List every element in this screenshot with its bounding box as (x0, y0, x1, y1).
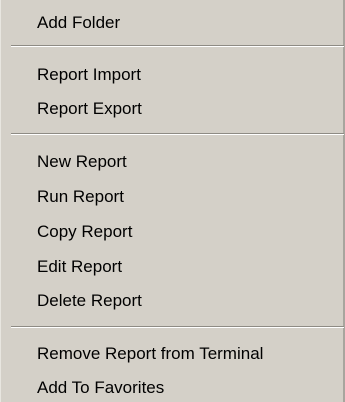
menu-item-report-export[interactable]: Report Export (37, 95, 142, 123)
menu-item-copy-report[interactable]: Copy Report (37, 218, 132, 246)
menu-separator (11, 133, 344, 135)
menu-item-remove-report-from-terminal[interactable]: Remove Report from Terminal (37, 340, 263, 368)
menu-item-add-folder[interactable]: Add Folder (37, 9, 120, 37)
menu-item-run-report[interactable]: Run Report (37, 183, 124, 211)
menu-item-new-report[interactable]: New Report (37, 148, 127, 176)
menu-separator (11, 45, 344, 47)
menu-item-report-import[interactable]: Report Import (37, 61, 141, 89)
menu-item-add-to-favorites[interactable]: Add To Favorites (37, 374, 164, 402)
menu-separator (11, 326, 344, 328)
context-menu: Add Folder Report Import Report Export N… (0, 0, 345, 402)
menu-item-delete-report[interactable]: Delete Report (37, 287, 142, 315)
menu-item-edit-report[interactable]: Edit Report (37, 253, 122, 281)
